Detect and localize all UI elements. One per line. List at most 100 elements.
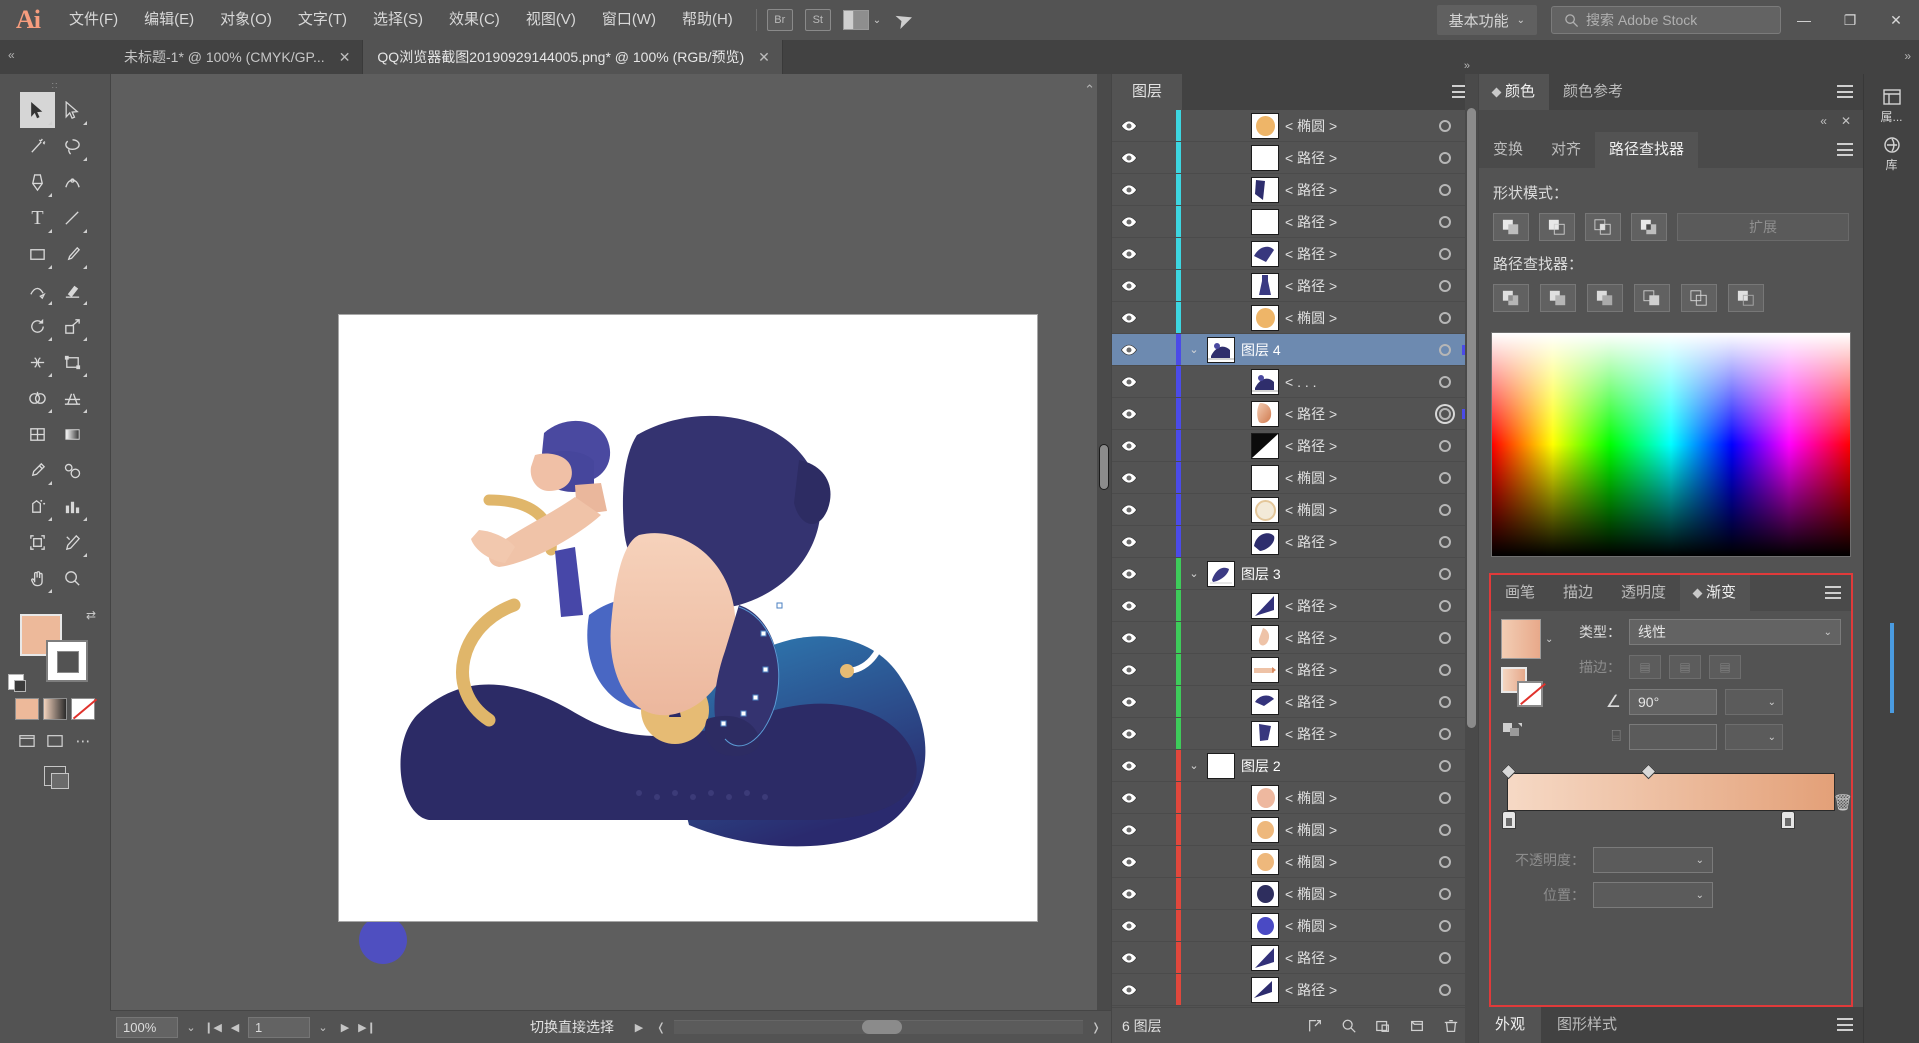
visibility-toggle-icon[interactable] [1112,792,1146,804]
tab-gradient[interactable]: 渐变 [1680,575,1751,611]
visibility-toggle-icon[interactable] [1112,408,1146,420]
minus-back-button[interactable] [1728,284,1764,312]
menu-effect[interactable]: 效果(C) [436,0,513,40]
width-tool[interactable] [20,344,55,380]
eraser-tool[interactable] [55,272,90,308]
layer-name[interactable]: < 路径 > [1285,244,1428,264]
stroke-across-button[interactable]: ▤ [1709,655,1741,679]
scale-tool[interactable] [55,308,90,344]
reverse-gradient-icon[interactable] [1501,719,1523,743]
layer-item-row[interactable]: < 路径 > [1112,238,1478,270]
visibility-toggle-icon[interactable] [1112,664,1146,676]
layer-name[interactable]: < 路径 > [1285,212,1428,232]
horizontal-scrollbar[interactable] [674,1020,1083,1034]
menu-help[interactable]: 帮助(H) [669,0,746,40]
exclude-button[interactable] [1631,213,1667,241]
close-icon[interactable]: ✕ [758,49,770,66]
trim-button[interactable] [1540,284,1576,312]
bridge-icon[interactable]: Br [766,9,793,31]
tab-graphic-styles[interactable]: 图形样式 [1541,1007,1633,1043]
layer-name[interactable]: < 椭圆 > [1285,788,1428,808]
eyedropper-tool[interactable] [20,452,55,488]
expand-button[interactable]: 扩展 [1677,213,1849,241]
close-window-button[interactable]: ✕ [1873,0,1919,40]
workspace-switcher[interactable]: 基本功能 ⌄ [1436,5,1537,35]
visibility-toggle-icon[interactable] [1112,280,1146,292]
stroke-within-button[interactable]: ▤ [1629,655,1661,679]
gradient-presets-chevron-icon[interactable]: ⌄ [1545,634,1553,645]
color-panel-menu-icon[interactable] [1837,85,1853,98]
layer-item-row[interactable]: < 路径 > [1112,526,1478,558]
layer-name[interactable]: < 路径 > [1285,436,1428,456]
visibility-toggle-icon[interactable] [1112,248,1146,260]
visibility-toggle-icon[interactable] [1112,856,1146,868]
palette-dot[interactable] [359,916,407,964]
locate-object-icon[interactable] [1332,1012,1366,1040]
menu-type[interactable]: 文字(T) [285,0,360,40]
disclosure-triangle-icon[interactable]: ⌄ [1181,759,1207,772]
visibility-toggle-icon[interactable] [1112,536,1146,548]
layer-name[interactable]: < 路径 > [1285,980,1428,1000]
target-indicator[interactable] [1428,215,1462,228]
create-new-layer-icon[interactable] [1400,1012,1434,1040]
layer-item-row[interactable]: < 路径 > [1112,590,1478,622]
visibility-toggle-icon[interactable] [1112,440,1146,452]
minus-front-button[interactable] [1539,213,1575,241]
menu-file[interactable]: 文件(F) [56,0,131,40]
layer-item-row[interactable]: < 椭圆 > [1112,110,1478,142]
scrollbar-thumb[interactable] [862,1020,903,1034]
gradient-fill-stroke-toggle[interactable] [1501,667,1545,707]
layer-item-row[interactable]: < 路径 > [1112,974,1478,1006]
visibility-toggle-icon[interactable] [1112,504,1146,516]
outline-button[interactable] [1681,284,1717,312]
visibility-toggle-icon[interactable] [1112,728,1146,740]
type-tool[interactable]: T [20,200,55,236]
zoom-dropdown-icon[interactable]: ⌄ [182,1021,200,1034]
aspect-dropdown[interactable]: ⌄ [1725,724,1783,750]
layer-name[interactable]: < 路径 > [1285,724,1428,744]
gradient-tool[interactable] [55,416,90,452]
gradient-stroke-swatch[interactable] [1517,681,1543,707]
layer-row[interactable]: ⌄ 图层 2 [1112,750,1478,782]
document-tab-untitled[interactable]: 未标题-1* @ 100% (CMYK/GP... ✕ [110,40,364,74]
layer-item-row[interactable]: < 椭圆 > [1112,814,1478,846]
angle-dropdown[interactable]: ⌄ [1725,689,1783,715]
layer-name[interactable]: < 路径 > [1285,692,1428,712]
layer-item-row[interactable]: < 路径 > [1112,718,1478,750]
target-indicator[interactable] [1428,375,1462,388]
make-clipping-mask-icon[interactable] [1298,1012,1332,1040]
delete-selection-icon[interactable] [1434,1012,1468,1040]
rotate-tool[interactable] [20,308,55,344]
target-indicator[interactable] [1428,279,1462,292]
next-artboard-button[interactable]: ▶ [336,1021,354,1034]
layer-name[interactable]: < 椭圆 > [1285,916,1428,936]
dock-item-libraries[interactable]: 库 [1867,132,1917,176]
target-indicator[interactable] [1428,855,1462,868]
layer-name[interactable]: < 路径 > [1285,628,1428,648]
collapse-panels-left-icon[interactable]: « [8,48,15,62]
visibility-toggle-icon[interactable] [1112,952,1146,964]
toolbar-drag-handle[interactable]: :: [0,80,110,90]
stroke-along-button[interactable]: ▤ [1669,655,1701,679]
selection-tool[interactable] [20,92,55,128]
target-indicator[interactable] [1428,727,1462,740]
layer-name[interactable]: < 路径 > [1285,948,1428,968]
gradient-fill-button[interactable] [43,698,67,720]
rocket-icon[interactable]: ➤ [891,5,917,36]
pen-tool[interactable] [20,164,55,200]
maximize-restore-button[interactable]: ❐ [1827,0,1873,40]
layer-item-row[interactable]: < 椭圆 > [1112,910,1478,942]
layer-name[interactable]: < 路径 > [1285,148,1428,168]
layer-name[interactable]: < 椭圆 > [1285,500,1428,520]
layer-name[interactable]: < 路径 > [1285,404,1428,424]
paintbrush-tool[interactable] [55,236,90,272]
tab-layers[interactable]: 图层 [1112,74,1183,110]
layer-item-row[interactable]: < 路径 > [1112,686,1478,718]
visibility-toggle-icon[interactable] [1112,344,1146,356]
layer-name[interactable]: 图层 4 [1241,340,1428,360]
intersect-button[interactable] [1585,213,1621,241]
edit-toolbar-icon[interactable]: ⋯ [70,730,96,752]
gradient-slider[interactable]: 🗑 [1491,763,1853,829]
visibility-toggle-icon[interactable] [1112,632,1146,644]
visibility-toggle-icon[interactable] [1112,824,1146,836]
